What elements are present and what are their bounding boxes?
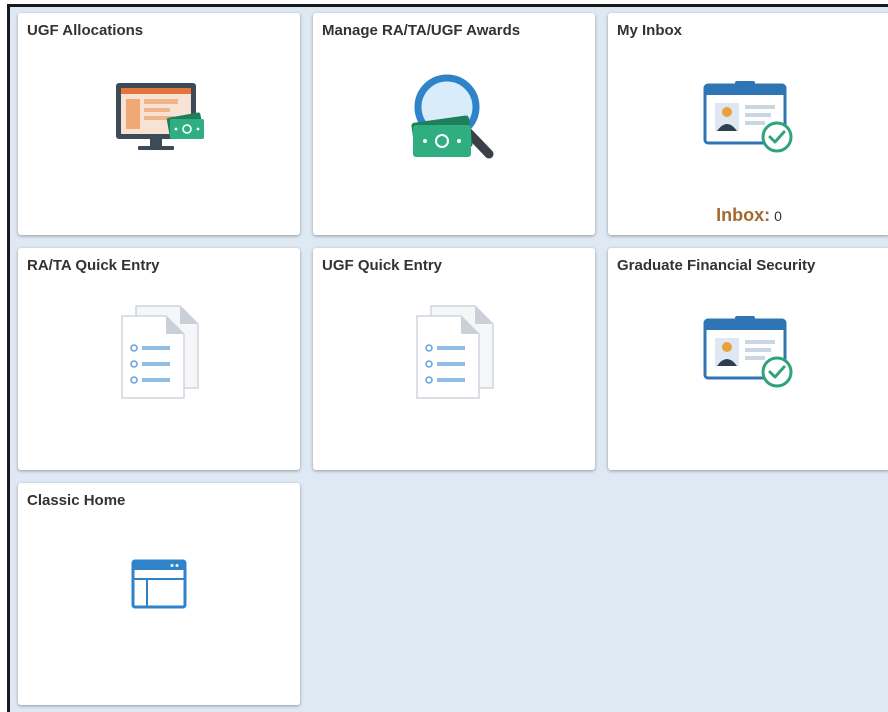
tile-title: UGF Quick Entry [322, 257, 443, 274]
id-card-check-icon [703, 81, 793, 153]
documents-list-icon [121, 305, 199, 399]
magnifier-money-icon [411, 74, 494, 159]
tile-title: My Inbox [617, 22, 683, 39]
tile-title: Manage RA/TA/UGF Awards [322, 22, 521, 39]
inbox-label: Inbox: [716, 205, 771, 225]
inbox-summary: Inbox: 0 [608, 205, 888, 226]
tile-ugf-quick-entry[interactable]: UGF Quick Entry [313, 248, 595, 470]
tile-grid: UGF Allocations Manage RA/TA/UGF Awards [7, 4, 888, 712]
documents-list-icon [416, 305, 494, 399]
id-card-check-icon [703, 316, 793, 388]
tile-ra-ta-quick-entry[interactable]: RA/TA Quick Entry [18, 248, 300, 470]
browser-window-icon [131, 559, 187, 609]
tile-graduate-financial-security[interactable]: Graduate Financial Security [608, 248, 888, 470]
tile-classic-home[interactable]: Classic Home [18, 483, 300, 705]
inbox-count: 0 [774, 208, 782, 224]
tile-ugf-allocations[interactable]: UGF Allocations [18, 13, 300, 235]
tile-manage-awards[interactable]: Manage RA/TA/UGF Awards [313, 13, 595, 235]
tile-title: Classic Home [27, 492, 126, 509]
tile-title: UGF Allocations [27, 22, 144, 39]
monitor-money-icon [116, 83, 204, 150]
tile-title: Graduate Financial Security [617, 257, 816, 274]
tile-title: RA/TA Quick Entry [27, 257, 160, 274]
tile-my-inbox[interactable]: My Inbox Inbox: 0 [608, 13, 888, 235]
